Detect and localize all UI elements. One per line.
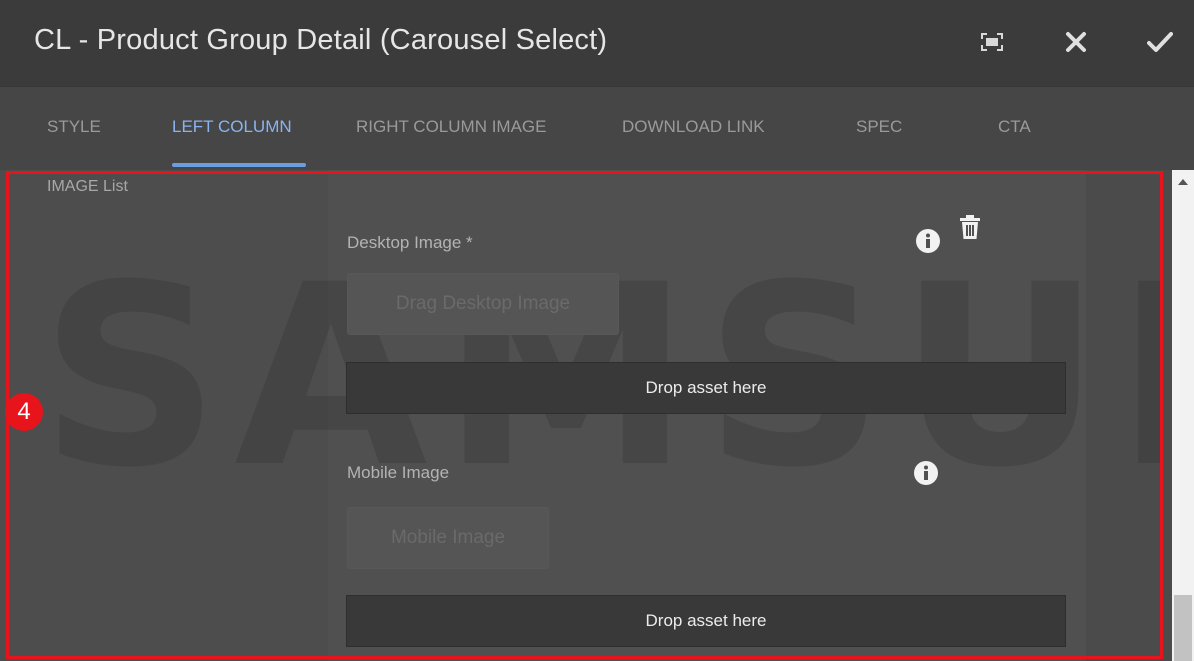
vertical-scrollbar[interactable] bbox=[1172, 170, 1194, 661]
trash-icon bbox=[960, 215, 980, 239]
dialog-title: CL - Product Group Detail (Carousel Sele… bbox=[34, 24, 608, 56]
scroll-thumb[interactable] bbox=[1174, 595, 1192, 661]
section-label: IMAGE List bbox=[47, 178, 128, 195]
scroll-up-arrow-icon[interactable] bbox=[1178, 179, 1188, 185]
dialog-content: IMAGE List bbox=[0, 170, 1194, 661]
desktop-image-drag-target[interactable]: Drag Desktop Image bbox=[347, 273, 619, 335]
tab-spec[interactable]: SPEC bbox=[856, 117, 902, 137]
active-tab-indicator bbox=[172, 163, 306, 167]
close-icon bbox=[1066, 32, 1086, 52]
delete-item-button[interactable] bbox=[957, 212, 983, 242]
mobile-info-button[interactable] bbox=[912, 459, 940, 487]
desktop-image-dropzone[interactable]: Drop asset here bbox=[346, 362, 1066, 414]
info-icon bbox=[916, 229, 940, 253]
tab-download-link[interactable]: DOWNLOAD LINK bbox=[622, 117, 765, 137]
confirm-button[interactable] bbox=[1138, 20, 1182, 64]
tab-cta[interactable]: CTA bbox=[998, 117, 1031, 137]
mobile-image-dropzone[interactable]: Drop asset here bbox=[346, 595, 1066, 647]
info-icon bbox=[914, 461, 938, 485]
tab-right-column-image[interactable]: RIGHT COLUMN IMAGE bbox=[356, 117, 546, 137]
mobile-image-drag-target[interactable]: Mobile Image bbox=[347, 507, 549, 569]
mobile-image-label: Mobile Image bbox=[347, 463, 450, 482]
tab-left-column[interactable]: LEFT COLUMN bbox=[172, 117, 292, 137]
tab-style[interactable]: STYLE bbox=[47, 117, 101, 137]
fullscreen-button[interactable] bbox=[970, 20, 1014, 64]
tab-bar: STYLE LEFT COLUMN RIGHT COLUMN IMAGE DOW… bbox=[0, 86, 1194, 170]
fullscreen-icon bbox=[981, 33, 1003, 51]
desktop-image-label: Desktop Image * bbox=[347, 233, 473, 252]
field-label-column: IMAGE List bbox=[0, 170, 329, 661]
right-gutter bbox=[1086, 170, 1172, 661]
dialog-header: CL - Product Group Detail (Carousel Sele… bbox=[0, 0, 1194, 86]
annotation-step-badge: 4 bbox=[5, 393, 43, 431]
desktop-info-button[interactable] bbox=[914, 227, 942, 255]
close-button[interactable] bbox=[1054, 20, 1098, 64]
check-icon bbox=[1147, 32, 1173, 52]
